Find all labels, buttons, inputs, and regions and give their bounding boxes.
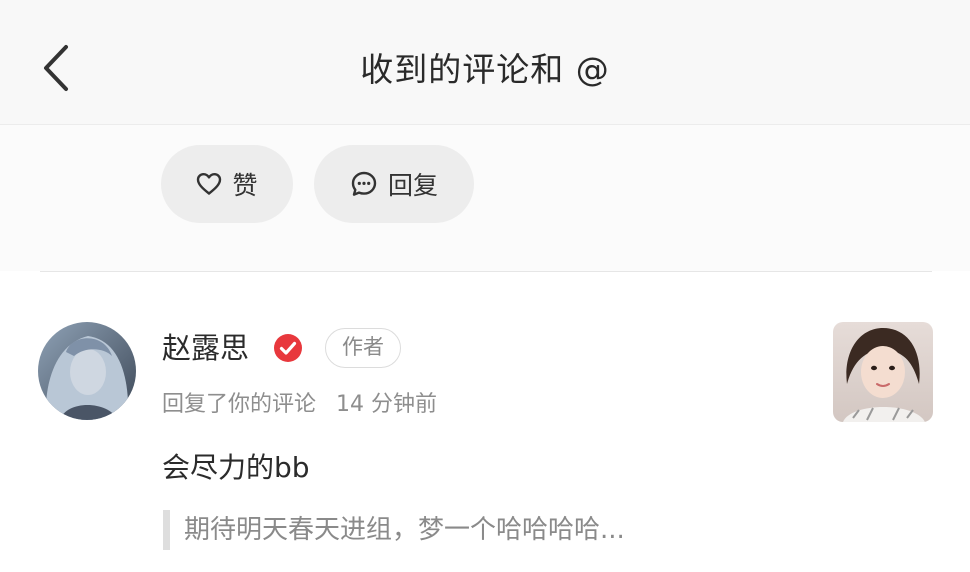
verified-check-icon bbox=[274, 334, 302, 362]
quoted-comment[interactable]: 期待明天春天进组，梦一个哈哈哈哈... bbox=[184, 508, 625, 552]
chat-bubble-icon bbox=[350, 170, 378, 198]
nav-bar: 收到的评论和 @ bbox=[0, 0, 970, 125]
like-button[interactable]: 赞 bbox=[161, 145, 293, 223]
post-thumbnail[interactable] bbox=[833, 322, 933, 422]
action-text: 回复了你的评论 bbox=[162, 392, 317, 417]
heart-outline-icon bbox=[196, 172, 222, 196]
action-row: 赞 回复 bbox=[0, 125, 970, 271]
quote-bar bbox=[163, 510, 170, 550]
avatar[interactable] bbox=[38, 322, 136, 420]
page-title: 收到的评论和 @ bbox=[360, 50, 610, 89]
like-label: 赞 bbox=[232, 171, 258, 200]
author-badge: 作者 bbox=[325, 328, 401, 368]
reply-button[interactable]: 回复 bbox=[314, 145, 474, 223]
divider bbox=[40, 271, 932, 272]
comment-text: 会尽力的bb bbox=[162, 451, 310, 484]
timestamp: 14 分钟前 bbox=[336, 392, 438, 417]
reply-label: 回复 bbox=[387, 171, 438, 200]
meta-row: 回复了你的评论 14 分钟前 bbox=[162, 388, 437, 422]
user-name[interactable]: 赵露思 bbox=[162, 326, 249, 370]
